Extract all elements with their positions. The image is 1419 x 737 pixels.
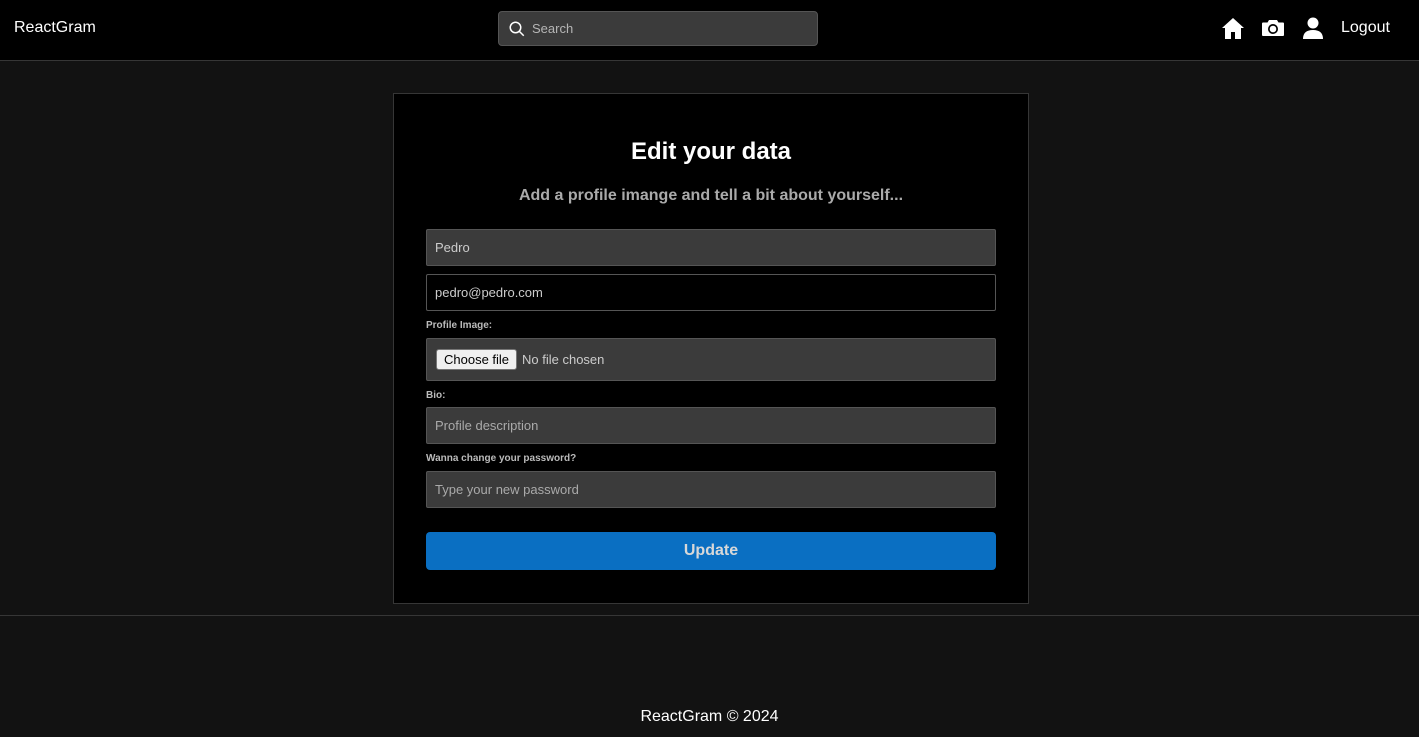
footer-text: ReactGram © 2024 xyxy=(640,708,779,725)
password-label: Wanna change your password? xyxy=(426,453,577,464)
brand-logo[interactable]: ReactGram xyxy=(14,19,96,37)
edit-profile-card: Edit your data Add a profile imange and … xyxy=(393,93,1029,604)
name-field[interactable] xyxy=(426,229,996,266)
search-bar[interactable] xyxy=(498,11,818,46)
footer: ReactGram © 2024 xyxy=(0,615,1419,737)
choose-file-button[interactable]: Choose file xyxy=(436,349,518,370)
search-input[interactable] xyxy=(532,12,812,45)
page-title: Edit your data xyxy=(630,138,792,165)
home-icon[interactable] xyxy=(1221,16,1245,40)
update-button[interactable]: Update xyxy=(426,532,996,570)
email-field[interactable] xyxy=(426,274,996,311)
camera-icon[interactable] xyxy=(1261,16,1285,40)
navbar: ReactGram Logout xyxy=(0,0,1419,61)
logout-button[interactable]: Logout xyxy=(1341,19,1390,37)
bio-label: Bio: xyxy=(426,390,446,401)
user-icon[interactable] xyxy=(1301,16,1325,40)
profile-image-input[interactable]: Choose file No file chosen xyxy=(426,338,996,381)
bio-field[interactable] xyxy=(426,407,996,444)
page-subtitle: Add a profile imange and tell a bit abou… xyxy=(518,187,904,204)
password-field[interactable] xyxy=(426,471,996,508)
search-icon xyxy=(509,21,525,37)
profile-image-label: Profile Image: xyxy=(426,320,493,331)
file-status: No file chosen xyxy=(522,352,605,367)
